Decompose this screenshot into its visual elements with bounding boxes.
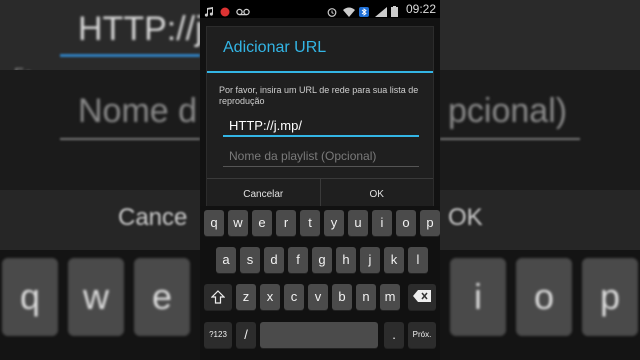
- symbols-key[interactable]: ?123: [204, 322, 232, 348]
- status-time: 09:22: [405, 2, 436, 16]
- status-bar: 09:22: [200, 0, 440, 18]
- backspace-key[interactable]: [408, 284, 436, 310]
- key-k[interactable]: k: [384, 247, 404, 273]
- backspace-icon: [413, 290, 431, 302]
- keyboard-row-3: z x c v b n m: [200, 284, 440, 314]
- bg-key: e: [134, 258, 190, 336]
- shift-icon: [211, 290, 225, 304]
- key-q[interactable]: q: [204, 210, 224, 236]
- bg-key: i: [450, 258, 506, 336]
- key-e[interactable]: e: [252, 210, 272, 236]
- key-z[interactable]: z: [236, 284, 256, 310]
- url-input[interactable]: [223, 115, 419, 137]
- key-b[interactable]: b: [332, 284, 352, 310]
- period-key[interactable]: .: [384, 322, 404, 348]
- key-a[interactable]: a: [216, 247, 236, 273]
- key-n[interactable]: n: [356, 284, 376, 310]
- key-u[interactable]: u: [348, 210, 368, 236]
- music-icon: [204, 4, 216, 17]
- bg-key: o: [516, 258, 572, 336]
- key-w[interactable]: w: [228, 210, 248, 236]
- keyboard-row-1: q w e r t y u i o p: [200, 210, 440, 240]
- key-y[interactable]: y: [324, 210, 344, 236]
- keyboard-row-2: a s d f g h j k l: [200, 247, 440, 277]
- key-c[interactable]: c: [284, 284, 304, 310]
- phone-screen: 09:22 Adicionar URL Por favor, insira um…: [200, 0, 440, 360]
- bg-cancel-text: Cance: [118, 204, 188, 231]
- key-p[interactable]: p: [420, 210, 440, 236]
- keyboard-row-4: ?123 / . Próx.: [200, 322, 440, 352]
- key-j[interactable]: j: [360, 247, 380, 273]
- space-key[interactable]: [260, 322, 378, 348]
- key-t[interactable]: t: [300, 210, 320, 236]
- dialog-title-divider: [207, 71, 433, 73]
- alarm-icon: [327, 4, 339, 17]
- bg-name-underline-right: [440, 138, 580, 140]
- key-m[interactable]: m: [380, 284, 400, 310]
- playlist-name-input[interactable]: [223, 145, 419, 167]
- battery-icon: [390, 4, 398, 17]
- shift-key[interactable]: [204, 284, 232, 310]
- soft-keyboard: q w e r t y u i o p a s d f g h j k l z …: [200, 206, 440, 360]
- key-v[interactable]: v: [308, 284, 328, 310]
- add-url-dialog: Adicionar URL Por favor, insira um URL d…: [206, 26, 434, 210]
- bluetooth-icon: [358, 4, 371, 17]
- bg-key: q: [2, 258, 58, 336]
- bg-ok-text: OK: [448, 204, 483, 231]
- key-i[interactable]: i: [372, 210, 392, 236]
- record-icon: [220, 4, 232, 17]
- signal-icon: [374, 4, 387, 17]
- bg-url-underline: [60, 54, 200, 57]
- key-g[interactable]: g: [312, 247, 332, 273]
- dialog-title: Adicionar URL: [223, 39, 327, 56]
- bg-name-text: Nome d: [78, 92, 198, 130]
- key-o[interactable]: o: [396, 210, 416, 236]
- key-s[interactable]: s: [240, 247, 260, 273]
- bg-url-text: HTTP://j: [78, 10, 203, 48]
- bg-name-underline-left: [60, 138, 200, 140]
- key-f[interactable]: f: [288, 247, 308, 273]
- key-h[interactable]: h: [336, 247, 356, 273]
- next-key[interactable]: Próx.: [408, 322, 436, 348]
- dialog-message: Por favor, insira um URL de rede para su…: [219, 85, 419, 106]
- bg-name-text-right: pcional): [448, 92, 568, 130]
- key-r[interactable]: r: [276, 210, 296, 236]
- key-d[interactable]: d: [264, 247, 284, 273]
- bg-key: w: [68, 258, 124, 336]
- key-l[interactable]: l: [408, 247, 428, 273]
- voicemail-icon: [236, 4, 250, 16]
- status-bar-right: 09:22: [327, 2, 436, 17]
- wifi-icon: [342, 4, 355, 17]
- slash-key[interactable]: /: [236, 322, 256, 348]
- key-x[interactable]: x: [260, 284, 280, 310]
- bg-key: p: [582, 258, 638, 336]
